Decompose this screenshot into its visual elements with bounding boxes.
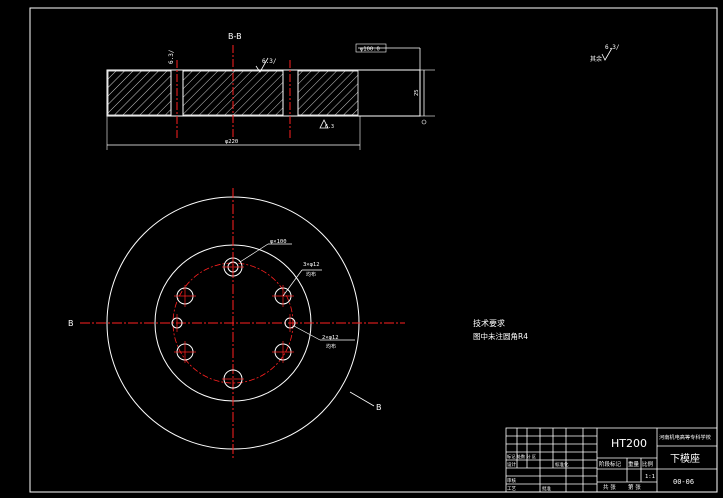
title-drawing-no: 00-06 bbox=[673, 478, 694, 486]
title-part-name: 下模座 bbox=[670, 452, 700, 465]
dim-width: φ220 bbox=[225, 139, 238, 145]
title-row-marks: 标记 处数 分 区 bbox=[507, 453, 536, 460]
note-holes-three: 3×φ12 bbox=[303, 262, 320, 268]
roughness-bottom: 6.3 bbox=[325, 124, 334, 130]
tech-req-heading: 技术要求 bbox=[473, 318, 505, 328]
note-hole-large: φ×100 bbox=[270, 239, 287, 245]
section-mark-left: B bbox=[68, 319, 74, 328]
hatch-block-right bbox=[297, 70, 359, 116]
note-holes-bottom-sub: 均布 bbox=[326, 343, 336, 350]
hole-crosshairs bbox=[174, 256, 294, 380]
leader-line bbox=[282, 269, 303, 297]
title-col-weight: 重量 bbox=[628, 460, 640, 468]
title-sheet-no: 第 张 bbox=[628, 483, 641, 491]
dim-height: 25 bbox=[414, 89, 420, 96]
title-col-scale: 比例 bbox=[642, 460, 654, 468]
corner-roughness-label: 其余 bbox=[590, 55, 602, 63]
corner-roughness-note: 其余 6.3/ bbox=[590, 44, 620, 63]
title-row-std: 标准化 bbox=[555, 461, 569, 468]
dim-dia-top: φ100.0 bbox=[360, 47, 380, 53]
title-row-approve: 批准 bbox=[542, 485, 551, 492]
title-scale: 1:1 bbox=[645, 474, 655, 480]
roughness-mid: 6.3/ bbox=[262, 58, 277, 65]
title-row-design: 设计 bbox=[507, 461, 516, 468]
plan-view: B B φ×100 3×φ12 均布 2×φ12 均布 bbox=[68, 188, 405, 458]
cad-drawing: B-B 6.3/ 6.3/ 6.3 φ100.0 25 φ220 其余 6.3/… bbox=[29, 7, 718, 493]
hatch-block-left bbox=[107, 70, 172, 116]
title-block-text: HT200 河南机电高等专科学校 下模座 00-06 阶段标记 重量 比例 1:… bbox=[507, 433, 711, 492]
roughness-left: 6.3/ bbox=[168, 49, 175, 64]
leader-line bbox=[293, 325, 321, 341]
title-col-stage: 阶段标记 bbox=[599, 460, 622, 468]
title-sheet-total: 共 张 bbox=[603, 483, 616, 491]
title-school: 河南机电高等专科学校 bbox=[659, 433, 711, 441]
section-view: B-B 6.3/ 6.3/ 6.3 φ100.0 25 φ220 bbox=[106, 32, 435, 150]
leader-line bbox=[239, 243, 269, 263]
title-material: HT200 bbox=[611, 437, 647, 450]
title-row-process: 工艺 bbox=[507, 486, 516, 492]
section-mark-right: B bbox=[376, 403, 382, 412]
section-leader bbox=[349, 391, 375, 407]
title-row-check: 审核 bbox=[507, 477, 516, 484]
section-title: B-B bbox=[228, 32, 242, 41]
corner-roughness-value: 6.3/ bbox=[605, 44, 620, 51]
dim-marker bbox=[421, 119, 427, 125]
note-holes-bottom: 2×φ12 bbox=[322, 335, 339, 341]
tech-req-line1: 图中未注圆角R4 bbox=[473, 331, 528, 341]
note-holes-three-sub: 均布 bbox=[306, 271, 316, 278]
technical-requirements: 技术要求 图中未注圆角R4 bbox=[473, 318, 528, 341]
